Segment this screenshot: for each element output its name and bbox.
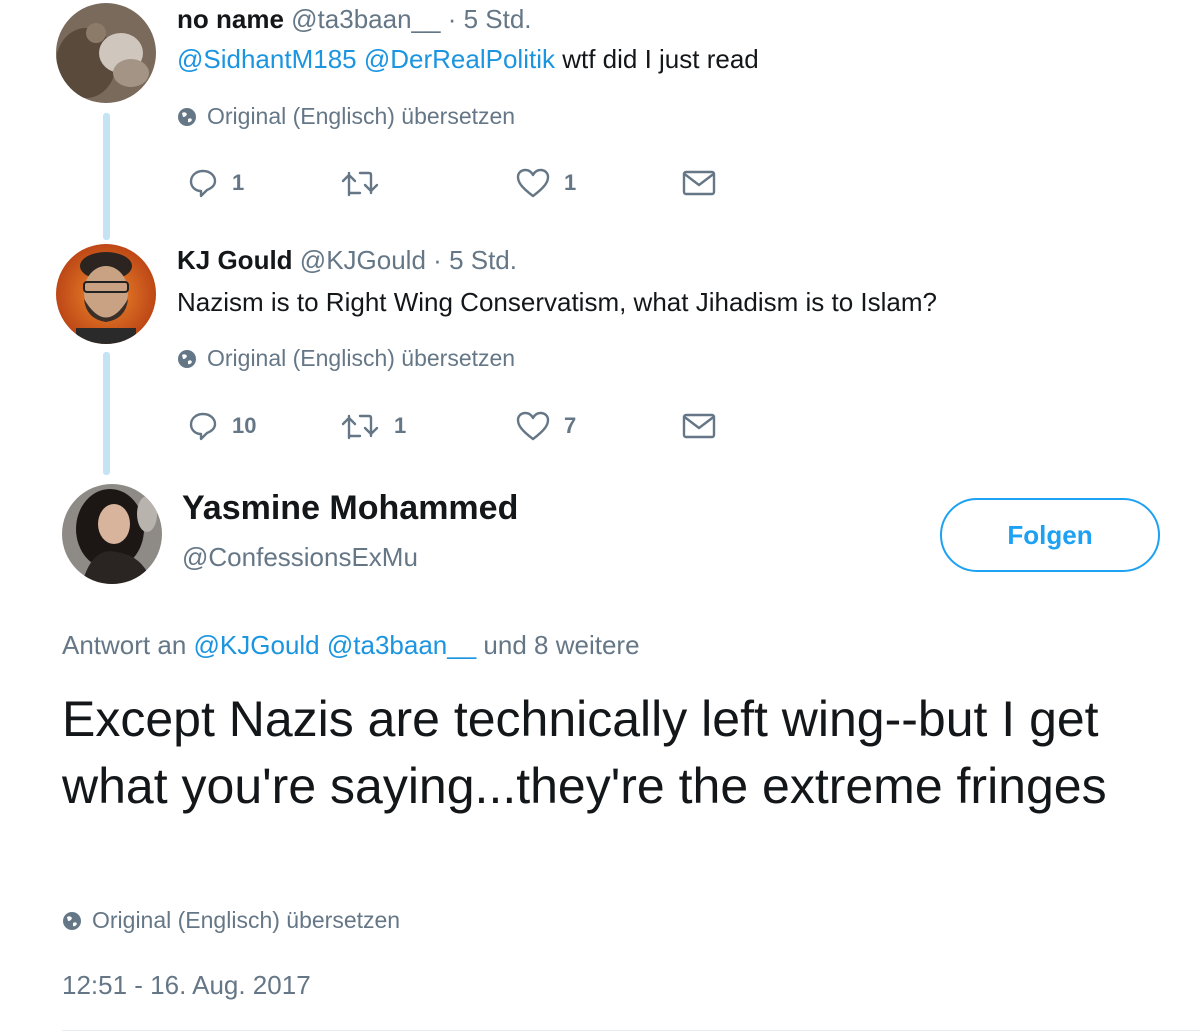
tweet-actions: 1 1 — [180, 163, 740, 203]
tweet-text: @SidhantM185 @DerRealPolitik wtf did I j… — [177, 44, 759, 75]
tweet-header: no name @ta3baan__ · 5 Std. — [177, 4, 532, 35]
reply-button[interactable]: 1 — [188, 163, 244, 203]
tweet-actions: 10 1 7 — [180, 406, 740, 446]
retweet-icon — [341, 171, 379, 197]
translate-link[interactable]: Original (Englisch) übersetzen — [62, 907, 400, 934]
tweet-time[interactable]: 5 Std. — [464, 4, 532, 34]
like-button[interactable]: 1 — [516, 163, 576, 203]
tweet-body: Nazism is to Right Wing Conservatism, wh… — [177, 287, 938, 317]
thread-line — [103, 352, 110, 475]
retweet-button[interactable] — [340, 163, 394, 203]
user-name[interactable]: Yasmine Mohammed — [182, 489, 518, 528]
tweet-timestamp[interactable]: 12:51 - 16. Aug. 2017 — [62, 970, 311, 1001]
reply-prefix: Antwort an — [62, 630, 187, 660]
reply-icon — [189, 412, 217, 441]
user-name[interactable]: no name — [177, 4, 284, 34]
reply-icon — [189, 169, 217, 198]
like-icon — [516, 411, 550, 441]
separator: · — [447, 4, 457, 34]
reply-context: Antwort an @KJGould @ta3baan__ und 8 wei… — [62, 630, 640, 661]
like-count: 7 — [564, 413, 577, 438]
retweet-count: 1 — [394, 413, 407, 438]
tweet-body: Except Nazis are technically left wing--… — [62, 691, 1107, 814]
message-icon — [682, 170, 716, 196]
avatar[interactable] — [56, 244, 156, 344]
reply-others-link[interactable]: und 8 weitere — [483, 630, 639, 660]
reply-count: 1 — [232, 170, 245, 195]
mention-link[interactable]: @KJGould — [194, 630, 320, 660]
translate-link[interactable]: Original (Englisch) übersetzen — [177, 103, 515, 130]
retweet-button[interactable]: 1 — [340, 406, 406, 446]
tweet-text: Nazism is to Right Wing Conservatism, wh… — [177, 287, 937, 318]
user-name[interactable]: KJ Gould — [177, 245, 293, 275]
reply-button[interactable]: 10 — [188, 406, 256, 446]
avatar[interactable] — [56, 3, 156, 103]
translate-label: Original (Englisch) übersetzen — [207, 345, 516, 371]
mention-link[interactable]: @SidhantM185 — [177, 44, 357, 74]
like-count: 1 — [564, 170, 577, 195]
avatar[interactable] — [62, 484, 162, 584]
user-handle[interactable]: @ta3baan__ — [291, 4, 440, 34]
like-button[interactable]: 7 — [516, 406, 576, 446]
thread-line — [103, 113, 110, 240]
user-handle[interactable]: @KJGould — [300, 245, 426, 275]
tweet-body: wtf did I just read — [562, 44, 759, 74]
message-button[interactable] — [682, 163, 716, 203]
globe-icon — [178, 349, 196, 368]
retweet-icon — [341, 414, 379, 440]
tweet-header: KJ Gould @KJGould · 5 Std. — [177, 245, 517, 276]
mention-link[interactable]: @ta3baan__ — [327, 630, 476, 660]
user-handle[interactable]: @ConfessionsExMu — [182, 542, 418, 573]
follow-button[interactable]: Folgen — [940, 498, 1160, 572]
translate-link[interactable]: Original (Englisch) übersetzen — [177, 345, 515, 372]
message-button[interactable] — [682, 406, 716, 446]
message-icon — [682, 413, 716, 439]
tweet-time[interactable]: 5 Std. — [449, 245, 517, 275]
globe-icon — [178, 107, 196, 126]
globe-icon — [63, 911, 81, 930]
divider — [62, 1030, 1200, 1031]
like-icon — [516, 168, 550, 198]
translate-label: Original (Englisch) übersetzen — [92, 907, 401, 933]
mention-link[interactable]: @DerRealPolitik — [364, 44, 555, 74]
reply-count: 10 — [232, 413, 257, 438]
separator: · — [433, 245, 442, 275]
translate-label: Original (Englisch) übersetzen — [207, 103, 516, 129]
